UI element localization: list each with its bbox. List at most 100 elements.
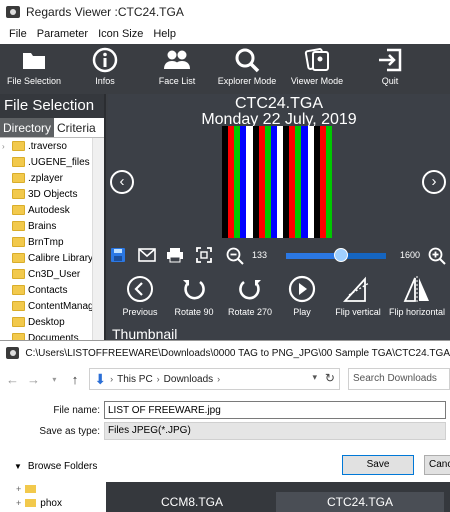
save-as-dialog: C:\Users\LISTOFFREEWARE\Downloads\0000 T… xyxy=(0,340,450,482)
previous-button[interactable]: Previous xyxy=(120,274,160,317)
expander-icon[interactable]: › xyxy=(2,142,12,151)
address-dropdown-icon[interactable]: ▾ xyxy=(312,372,317,383)
flip-vertical-button[interactable]: Flip vertical xyxy=(332,274,384,317)
save-type-label: Save as type: xyxy=(39,425,100,437)
tree-item-3d-objects[interactable]: 3D Objects xyxy=(0,186,104,202)
tree-scrollbar[interactable] xyxy=(92,138,104,342)
tree-item-ugene-files[interactable]: .UGENE_files xyxy=(0,154,104,170)
zoom-max-value: 1600 xyxy=(400,250,421,260)
tree-item-contacts[interactable]: Contacts xyxy=(0,282,104,298)
save-type-select[interactable]: Files JPEG(*.JPG) xyxy=(104,422,446,440)
tree-item-blank[interactable]: + xyxy=(0,482,106,496)
recent-dropdown-icon[interactable]: ▾ xyxy=(48,375,61,384)
dialog-navigation: ← → ▾ ↑ ⬇ › This PC › Downloads › ▾ ↻ Se… xyxy=(0,365,450,393)
thumbnail-ccm8[interactable]: CCM8.TGA xyxy=(108,492,276,512)
flip-horizontal-button[interactable]: Flip horizontal xyxy=(388,274,446,317)
save-button[interactable]: Save xyxy=(342,455,414,475)
folder-icon xyxy=(12,221,25,231)
tree-item-brains[interactable]: Brains xyxy=(0,218,104,234)
forward-arrow-icon[interactable]: → xyxy=(27,372,40,387)
expand-plus-icon[interactable]: + xyxy=(16,498,21,508)
play-button[interactable]: Play xyxy=(284,274,320,317)
file-name-field[interactable] xyxy=(104,401,446,419)
thumbnail-ctc24[interactable]: CTC24.TGA xyxy=(276,492,444,512)
menu-parameter[interactable]: Parameter xyxy=(32,28,93,40)
thumbnail-strip: + + phox CCM8.TGA CTC24.TGA xyxy=(0,482,450,512)
file-selection-button[interactable]: File Selection xyxy=(4,44,64,94)
window-title: Regards Viewer :CTC24.TGA xyxy=(26,5,184,19)
file-name-label: File name: xyxy=(53,404,100,416)
image-cards-icon xyxy=(302,44,332,76)
dialog-path: C:\Users\LISTOFFREEWARE\Downloads\0000 T… xyxy=(25,347,450,359)
main-toolbar: File Selection Infos Face List Explorer … xyxy=(0,44,450,94)
search-input[interactable]: Search Downloads xyxy=(347,368,450,390)
folder-tree: › .traverso .UGENE_files .zplayer 3D Obje… xyxy=(0,138,104,343)
tree-item-zplayer[interactable]: .zplayer xyxy=(0,170,104,186)
expand-plus-icon[interactable]: + xyxy=(16,484,21,494)
zoom-slider-handle[interactable] xyxy=(334,248,348,262)
tab-criteria[interactable]: Criteria xyxy=(54,118,99,137)
back-arrow-icon[interactable]: ← xyxy=(6,372,19,387)
menu-help[interactable]: Help xyxy=(148,28,181,40)
tree-item-cn3d-user[interactable]: Cn3D_User xyxy=(0,266,104,282)
download-arrow-icon: ⬇ xyxy=(94,370,107,387)
tree-item-brntmp[interactable]: BrnTmp xyxy=(0,234,104,250)
people-icon xyxy=(162,44,192,76)
rotate-cw-icon xyxy=(235,274,265,304)
zoom-slider-fill xyxy=(286,253,341,259)
up-arrow-icon[interactable]: ↑ xyxy=(69,372,82,387)
save-icon[interactable] xyxy=(110,247,128,265)
circle-left-icon xyxy=(125,274,155,304)
menu-bar: File Parameter Icon Size Help xyxy=(0,24,450,44)
viewer-mode-button[interactable]: Viewer Mode xyxy=(286,44,348,94)
rotate-90-button[interactable]: Rotate 90 xyxy=(172,274,216,317)
dialog-title: C:\Users\LISTOFFREEWARE\Downloads\0000 T… xyxy=(0,341,450,365)
folder-icon xyxy=(12,301,25,311)
folder-icon xyxy=(19,44,49,76)
tab-directory[interactable]: Directory xyxy=(0,118,55,137)
rotate-270-button[interactable]: Rotate 270 xyxy=(224,274,276,317)
color-stripe xyxy=(325,126,332,238)
folder-icon xyxy=(12,269,25,279)
image-viewer: CTC24.TGA Monday 22 July, 2019 ‹ › 133 1… xyxy=(108,94,450,344)
zoom-out-icon[interactable] xyxy=(226,247,244,265)
folder-icon xyxy=(25,499,37,507)
face-list-button[interactable]: Face List xyxy=(152,44,202,94)
title-bar: Regards Viewer :CTC24.TGA xyxy=(0,0,450,24)
menu-file[interactable]: File xyxy=(4,28,32,40)
menu-icon-size[interactable]: Icon Size xyxy=(93,28,148,40)
explorer-mode-button[interactable]: Explorer Mode xyxy=(214,44,280,94)
play-icon xyxy=(287,274,317,304)
search-icon xyxy=(232,44,262,76)
breadcrumb-this-pc[interactable]: This PC xyxy=(113,374,157,385)
infos-button[interactable]: Infos xyxy=(80,44,130,94)
zoom-in-icon[interactable] xyxy=(428,247,446,265)
folder-icon xyxy=(12,189,25,199)
tree-item-calibre-library[interactable]: Calibre Library xyxy=(0,250,104,266)
print-icon[interactable] xyxy=(166,247,184,265)
cancel-button[interactable]: Cancel xyxy=(424,455,450,475)
image-file-title: CTC24.TGA xyxy=(234,95,323,112)
tree-item-desktop[interactable]: Desktop xyxy=(0,314,104,330)
tree-item-contentmanager[interactable]: ContentManager xyxy=(0,298,104,314)
folder-icon xyxy=(12,141,25,151)
tree-item-phox[interactable]: + phox xyxy=(0,496,106,510)
app-camera-icon xyxy=(6,6,20,18)
refresh-icon[interactable]: ↻ xyxy=(325,371,335,385)
image-preview xyxy=(222,126,332,238)
previous-image-arrow[interactable]: ‹ xyxy=(110,170,134,194)
tree-item-traverso[interactable]: › .traverso xyxy=(0,138,104,154)
browse-folders-toggle[interactable]: ▼ Browse Folders xyxy=(14,461,97,472)
panel-tabs: Directory Criteria xyxy=(0,118,104,138)
file-selection-panel: File Selection Directory Criteria › .trav… xyxy=(0,94,106,344)
app-camera-icon xyxy=(6,347,20,359)
fit-screen-icon[interactable] xyxy=(196,247,214,265)
flip-vertical-icon xyxy=(343,274,373,304)
next-image-arrow[interactable]: › xyxy=(422,170,446,194)
viewer-controls: 133 1600 xyxy=(108,244,450,268)
email-icon[interactable] xyxy=(138,247,156,265)
breadcrumb-downloads[interactable]: Downloads xyxy=(160,374,217,385)
address-bar[interactable]: ⬇ › This PC › Downloads › ▾ ↻ xyxy=(89,368,340,390)
tree-item-autodesk[interactable]: Autodesk xyxy=(0,202,104,218)
quit-button[interactable]: Quit xyxy=(366,44,414,94)
